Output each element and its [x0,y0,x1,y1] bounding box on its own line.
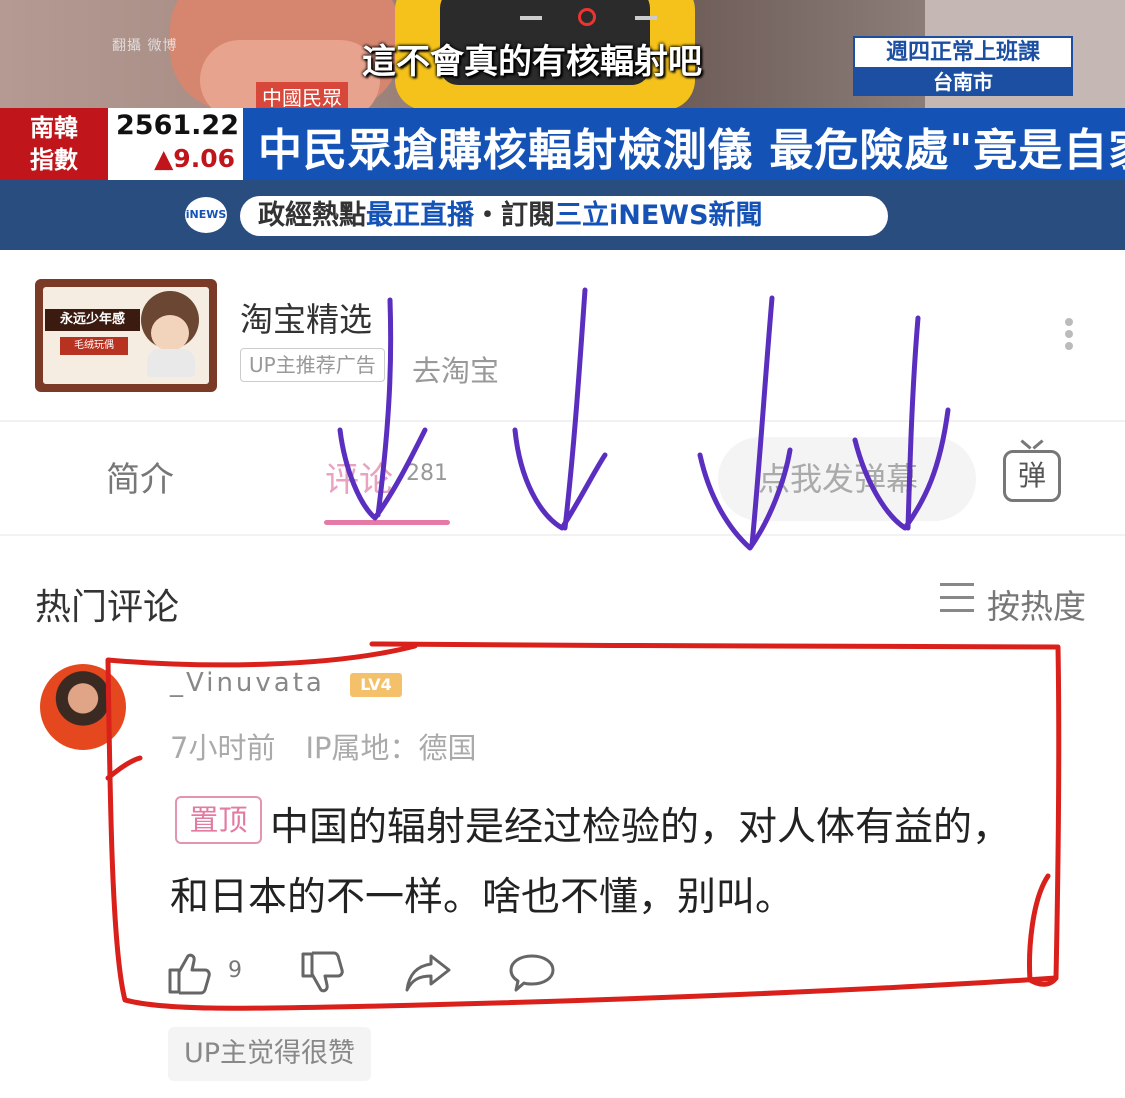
promo-part2: 最正直播 [366,200,474,231]
ad-title[interactable]: 淘宝精选 [240,293,372,341]
index-value-box: 2561.22 ▲9.06 [108,108,243,180]
promo-part4: 三立iNEWS新聞 [555,200,763,231]
arrow-2 [512,287,608,531]
comment-username[interactable]: _Vinuvata [170,668,325,698]
detector-button [520,10,542,20]
like-icon[interactable] [166,950,212,996]
plush-face [151,315,189,351]
location-city: 台南市 [855,68,1071,96]
ad-thumb-subtag: 毛绒玩偶 [60,337,128,355]
user-level-badge: LV4 [350,673,402,697]
index-change: ▲9.06 [154,144,235,173]
reply-icon[interactable] [508,950,556,994]
promo-text: 政經熱點最正直播・訂閱三立iNEWS新聞 [240,196,888,236]
index-name-line1: 南韓 [30,114,78,142]
goto-taobao-link[interactable]: 去淘宝 [412,348,499,390]
detector-button [635,10,657,20]
section-divider [0,420,1125,422]
active-tab-indicator [324,520,450,525]
ad-thumb-tag: 永远少年感 [45,309,140,331]
hot-comments-title: 热门评论 [35,587,180,628]
up-liked-badge: UP主觉得很赞 [168,1027,372,1081]
index-name: 南韓 指數 [0,108,108,180]
comment-count: 281 [406,461,448,486]
location-box: 週四正常上班課 台南市 [853,36,1073,96]
video-source-tag: 中國民眾 [256,82,348,111]
video-subtitle: 這不會真的有核輻射吧 [362,42,702,82]
promo-part1: 政經熱點 [258,200,366,231]
pinned-badge: 置顶 [175,796,262,844]
news-ticker: 南韓 指數 2561.22 ▲9.06 中民眾搶購核輻射檢測儀 最危險處"竟是自… [0,108,1125,180]
ad-badge: UP主推荐广告 [240,348,385,382]
video-watermark: 翻攝 微博 [112,38,178,54]
danmaku-toggle-icon[interactable]: 弹 [1003,450,1061,502]
more-options-icon[interactable] [1062,318,1076,358]
tab-divider [0,534,1125,536]
news-headline: 中民眾搶購核輻射檢測儀 最危險處"竟是自家" [258,125,1125,176]
ad-thumbnail[interactable]: 永远少年感 毛绒玩偶 [35,279,217,392]
share-icon[interactable] [403,950,453,994]
danmaku-input[interactable]: 点我发弹幕 [718,437,976,521]
comment-meta: 7小时前 IP属地：德国 [170,725,477,767]
index-name-line2: 指數 [30,146,78,174]
power-icon [578,8,596,26]
comment-ip: IP属地：德国 [305,731,477,765]
plush-body [147,349,195,377]
tab-intro[interactable]: 简介 [106,452,174,501]
sort-by-hot-button[interactable]: 按热度 [987,580,1086,628]
like-count: 9 [228,958,242,983]
comment-text-line2: 和日本的不一样。啥也不懂，别叫。 [170,875,795,920]
index-value: 2561.22 [116,110,239,141]
location-notice: 週四正常上班課 [855,38,1071,68]
video-player[interactable]: 翻攝 微博 這不會真的有核輻射吧 中國民眾 週四正常上班課 台南市 南韓 指數 … [0,0,1125,250]
sort-icon[interactable] [940,583,974,613]
comment-text-line1: 中国的辐射是经过检验的，对人体有益的， [270,805,1012,850]
comment-time: 7小时前 [170,731,276,765]
tab-comments[interactable]: 评论 [325,452,393,501]
inews-logo-icon: iNEWS [185,197,227,233]
promo-part3: ・訂閱 [474,200,555,231]
dislike-icon[interactable] [299,950,345,996]
avatar[interactable] [40,664,126,750]
